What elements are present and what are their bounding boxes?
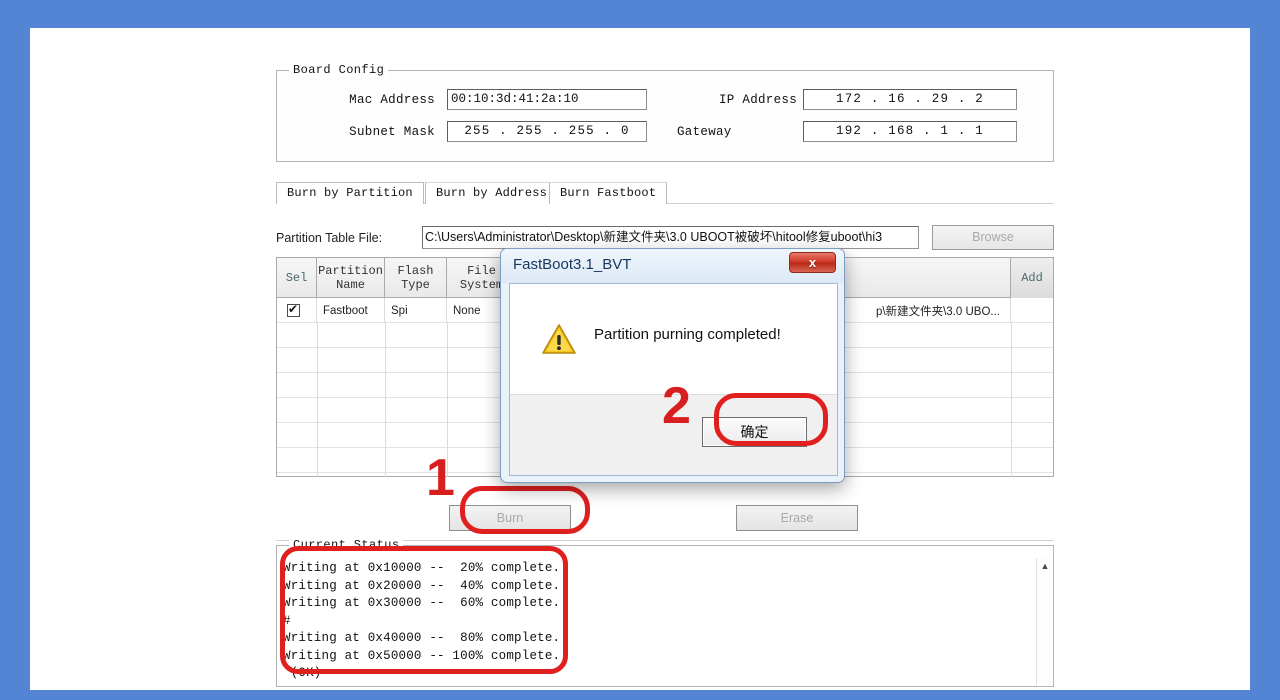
- close-icon[interactable]: x: [789, 252, 836, 273]
- tab-burn-fastboot[interactable]: Burn Fastboot: [549, 182, 668, 204]
- cell-add[interactable]: [1011, 298, 1053, 323]
- cell-flash-type: Spi: [385, 298, 447, 323]
- gateway-input[interactable]: 192 . 168 . 1 . 1: [803, 121, 1017, 142]
- row-select-cell[interactable]: [277, 298, 317, 323]
- annotation-step-2: 2: [662, 377, 691, 435]
- tab-burn-by-address[interactable]: Burn by Address: [425, 182, 559, 204]
- ip-address-input[interactable]: 172 . 16 . 29 . 2: [803, 89, 1017, 110]
- board-config-group: Board Config Mac Address 00:10:3d:41:2a:…: [276, 63, 1054, 162]
- grid-gridline: [385, 323, 386, 477]
- gateway-label: Gateway: [677, 125, 732, 139]
- white-page-background: Board Config Mac Address 00:10:3d:41:2a:…: [30, 28, 1250, 690]
- scroll-up-arrow-icon[interactable]: ▲: [1037, 558, 1053, 574]
- board-config-title: Board Config: [289, 63, 389, 77]
- grid-gridline: [1011, 323, 1012, 477]
- row-checkbox[interactable]: [287, 302, 300, 317]
- partition-table-file-label: Partition Table File:: [276, 231, 383, 245]
- col-header-sel[interactable]: Sel: [277, 258, 317, 298]
- annotation-step-1: 1: [426, 449, 455, 507]
- cell-partition-name: Fastboot: [317, 298, 385, 323]
- partition-table-file-input[interactable]: C:\Users\Administrator\Desktop\新建文件夹\3.0…: [422, 226, 919, 249]
- col-header-add[interactable]: Add: [1011, 258, 1053, 298]
- mac-address-label: Mac Address: [349, 93, 435, 107]
- annotation-ring-status-log: [280, 546, 568, 674]
- tab-burn-by-partition[interactable]: Burn by Partition: [276, 182, 424, 204]
- outer-blue-frame: Board Config Mac Address 00:10:3d:41:2a:…: [0, 0, 1280, 700]
- subnet-mask-label: Subnet Mask: [349, 125, 435, 139]
- browse-button[interactable]: Browse: [932, 225, 1054, 250]
- subnet-mask-input[interactable]: 255 . 255 . 255 . 0: [447, 121, 647, 142]
- fastboot-message-dialog: FastBoot3.1_BVT x Partition purning comp…: [500, 248, 845, 483]
- tab-strip: Burn by Partition Burn by Address Burn F…: [276, 182, 1054, 204]
- dialog-message-text: Partition purning completed!: [594, 326, 781, 343]
- dialog-title: FastBoot3.1_BVT: [513, 256, 632, 273]
- mac-address-input[interactable]: 00:10:3d:41:2a:10: [447, 89, 647, 110]
- erase-button[interactable]: Erase: [736, 505, 858, 531]
- col-header-partition-name[interactable]: Partition Name: [317, 258, 385, 298]
- status-scrollbar[interactable]: ▲: [1036, 558, 1052, 685]
- col-header-flash-type[interactable]: Flash Type: [385, 258, 447, 298]
- annotation-ring-burn: [460, 486, 590, 534]
- warning-triangle-icon: [542, 324, 576, 354]
- ip-address-label: IP Address: [718, 93, 797, 107]
- grid-gridline: [317, 323, 318, 477]
- dialog-title-bar[interactable]: FastBoot3.1_BVT x: [501, 249, 844, 283]
- annotation-ring-ok-button: [714, 393, 828, 446]
